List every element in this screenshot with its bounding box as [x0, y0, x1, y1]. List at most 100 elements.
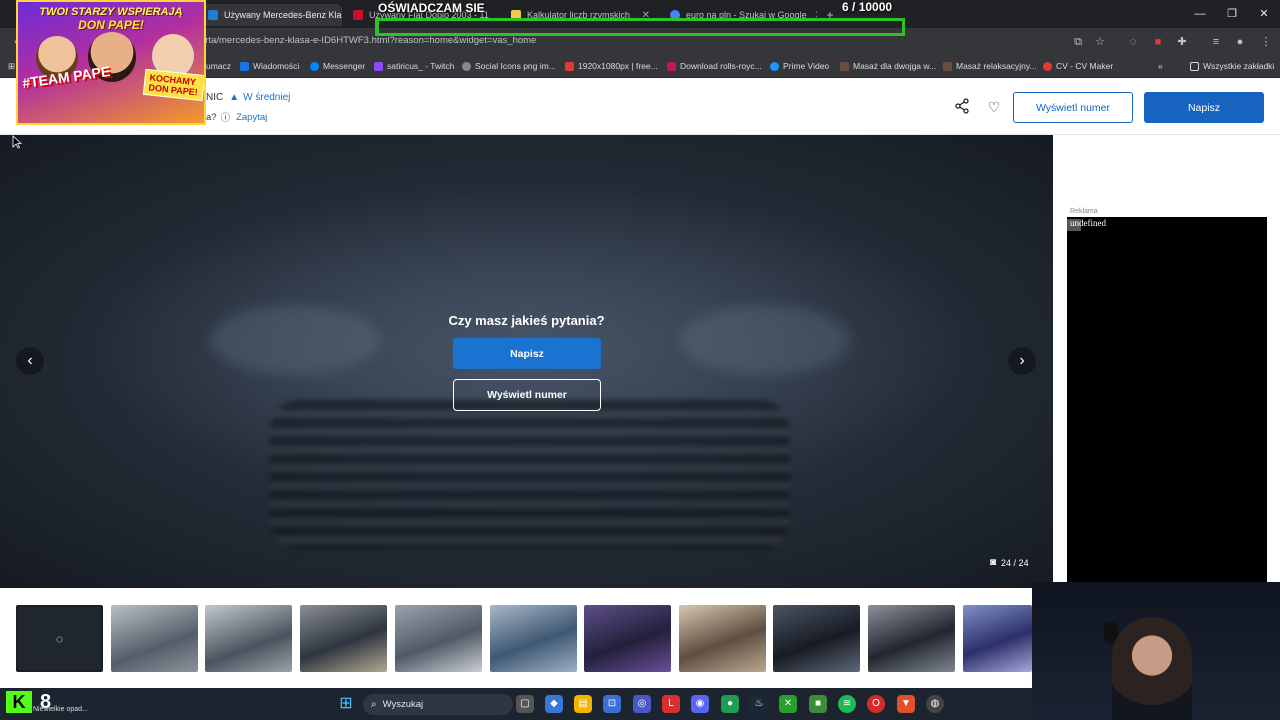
thumbnail[interactable]: [111, 605, 198, 672]
ad-text: undefined: [1070, 218, 1106, 228]
bookmark-favicon: [840, 61, 849, 71]
tab-title: Używany Mercedes-Benz Klasa: [224, 10, 342, 20]
photo-grill: [270, 400, 790, 550]
overlay-show-number-button[interactable]: Wyświetl numer: [453, 379, 601, 411]
share-icon[interactable]: [953, 98, 971, 116]
maximize-icon[interactable]: ❐: [1216, 0, 1248, 28]
url-field[interactable]: erta/mercedes-benz-klasa-e-ID6HTWF3.html…: [200, 35, 536, 46]
windows-taskbar: K 8 Niewielkie opad... ⊞ ⌕ Wyszukaj ▢ ◆ …: [0, 688, 1032, 720]
weather-widget[interactable]: Niewielkie opad...: [33, 706, 88, 713]
search-icon: ⌕: [371, 699, 377, 710]
bookmark-item[interactable]: CV - CV Maker: [1043, 61, 1113, 71]
goal-current: 6: [842, 0, 849, 14]
extension-icon[interactable]: ◌: [1125, 34, 1141, 50]
ask-prefix: a?: [206, 111, 217, 123]
prev-photo-icon[interactable]: ‹: [16, 347, 44, 375]
bookmark-item[interactable]: Messenger: [310, 61, 365, 71]
windows-start-icon[interactable]: ⊞: [337, 695, 355, 713]
show-number-button[interactable]: Wyświetl numer: [1013, 92, 1133, 123]
thumbnail-contact[interactable]: ◌: [16, 605, 103, 672]
bookmark-item[interactable]: umacz: [206, 61, 231, 71]
app-icon[interactable]: ◎: [633, 695, 651, 713]
bookmark-star-icon[interactable]: ☆: [1092, 34, 1108, 50]
bookmark-item[interactable]: satiricus_ - Twitch: [374, 61, 454, 71]
bookmark-label: Masaż dla dwojga w...: [853, 61, 937, 71]
overlay-write-button[interactable]: Napisz: [453, 338, 601, 369]
promo-name: DON PAPE!: [78, 18, 144, 32]
xbox-icon[interactable]: ✕: [779, 695, 797, 713]
minimize-icon[interactable]: —: [1184, 0, 1216, 28]
store-icon[interactable]: ⊡: [603, 695, 621, 713]
task-view-icon[interactable]: ▢: [516, 695, 534, 713]
write-button[interactable]: Napisz: [1144, 92, 1264, 123]
bookmark-item[interactable]: Wiadomości: [240, 61, 299, 71]
bookmark-label: Masaż relaksacyjny...: [956, 61, 1037, 71]
photo-counter-text: 24 / 24: [1001, 557, 1029, 568]
spotify-icon[interactable]: ≋: [838, 695, 856, 713]
webcam-overlay: [1032, 582, 1280, 720]
next-photo-icon[interactable]: ›: [1008, 347, 1036, 375]
contact-question: Czy masz jakieś pytania?: [448, 313, 605, 328]
heart-icon[interactable]: ♡: [985, 98, 1003, 116]
bookmark-label: CV - CV Maker: [1056, 61, 1114, 71]
minecraft-icon[interactable]: ■: [809, 695, 827, 713]
bookmark-label: Wiadomości: [253, 61, 300, 71]
thumbnail[interactable]: [490, 605, 577, 672]
media-icon[interactable]: ≡: [1208, 34, 1224, 50]
bookmark-label: Social Icons png im...: [475, 61, 556, 71]
info-icon: ⓘ: [220, 113, 231, 124]
thumbnail[interactable]: [773, 605, 860, 672]
steam-icon[interactable]: ♨: [750, 695, 768, 713]
tab-mercedes[interactable]: Używany Mercedes-Benz Klasa ✕: [200, 4, 342, 26]
ad-box[interactable]: undefined: [1067, 217, 1267, 582]
puzzle-icon[interactable]: ✚: [1174, 34, 1190, 50]
ask-row: a? ⓘ Zapytaj: [206, 110, 267, 125]
bookmarks-more-icon[interactable]: »: [1158, 61, 1163, 71]
thumbnail[interactable]: [395, 605, 482, 672]
bookmark-favicon: [310, 61, 319, 71]
stream-goal-title: OŚWIADCZAM SIE: [378, 1, 485, 15]
thumbnail[interactable]: [584, 605, 671, 672]
discord-icon[interactable]: ◉: [691, 695, 709, 713]
close-window-icon[interactable]: ✕: [1248, 0, 1280, 28]
menu-icon[interactable]: ⋮: [1258, 34, 1274, 50]
bookmark-item[interactable]: Prime Video: [770, 61, 829, 71]
taskbar-search-label: Wyszukaj: [382, 699, 424, 710]
thumbnail[interactable]: [868, 605, 955, 672]
all-bookmarks-label: Wszystkie zakładki: [1203, 61, 1275, 71]
app-l-icon[interactable]: L: [662, 695, 680, 713]
opera-icon[interactable]: O: [867, 695, 885, 713]
window-controls: — ❐ ✕: [1184, 0, 1280, 28]
bookmark-label: umacz: [206, 61, 232, 71]
bookmark-favicon: [565, 61, 574, 71]
extension-icon[interactable]: ■: [1150, 34, 1166, 50]
bookmark-label: 1920x1080px | free...: [578, 61, 658, 71]
apps-icon[interactable]: ⊞: [8, 61, 15, 72]
bookmark-item[interactable]: Masaż relaksacyjny...: [943, 61, 1037, 71]
taskbar-search[interactable]: ⌕ Wyszukaj: [363, 694, 513, 715]
copilot-icon[interactable]: ◆: [545, 695, 563, 713]
thumbnail[interactable]: [679, 605, 766, 672]
chrome-icon[interactable]: ●: [721, 695, 739, 713]
bookmark-favicon: [462, 61, 471, 71]
ad-label: Reklama: [1070, 208, 1098, 215]
install-icon[interactable]: ⧉: [1070, 34, 1086, 50]
mouse-cursor-icon: [12, 135, 22, 149]
bookmark-favicon: [667, 61, 676, 71]
bookmark-label: satiricus_ - Twitch: [387, 61, 455, 71]
brave-icon[interactable]: ▼: [897, 695, 915, 713]
file-explorer-icon[interactable]: ▤: [574, 695, 592, 713]
profile-icon[interactable]: ●: [1232, 34, 1248, 50]
thumbnail[interactable]: [300, 605, 387, 672]
bookmark-item[interactable]: Masaż dla dwojga w...: [840, 61, 936, 71]
app-icon[interactable]: ◍: [926, 695, 944, 713]
bookmark-favicon: [943, 61, 952, 71]
bookmark-item[interactable]: Social Icons png im...: [462, 61, 556, 71]
rating-badge-icon: ▲: [229, 92, 240, 103]
ask-link[interactable]: Zapytaj: [236, 112, 267, 123]
thumbnail[interactable]: [205, 605, 292, 672]
bookmark-item[interactable]: Download rolls-royc...: [667, 61, 762, 71]
thumbnail[interactable]: [963, 605, 1032, 672]
all-bookmarks[interactable]: Wszystkie zakładki: [1190, 61, 1274, 71]
bookmark-item[interactable]: 1920x1080px | free...: [565, 61, 658, 71]
